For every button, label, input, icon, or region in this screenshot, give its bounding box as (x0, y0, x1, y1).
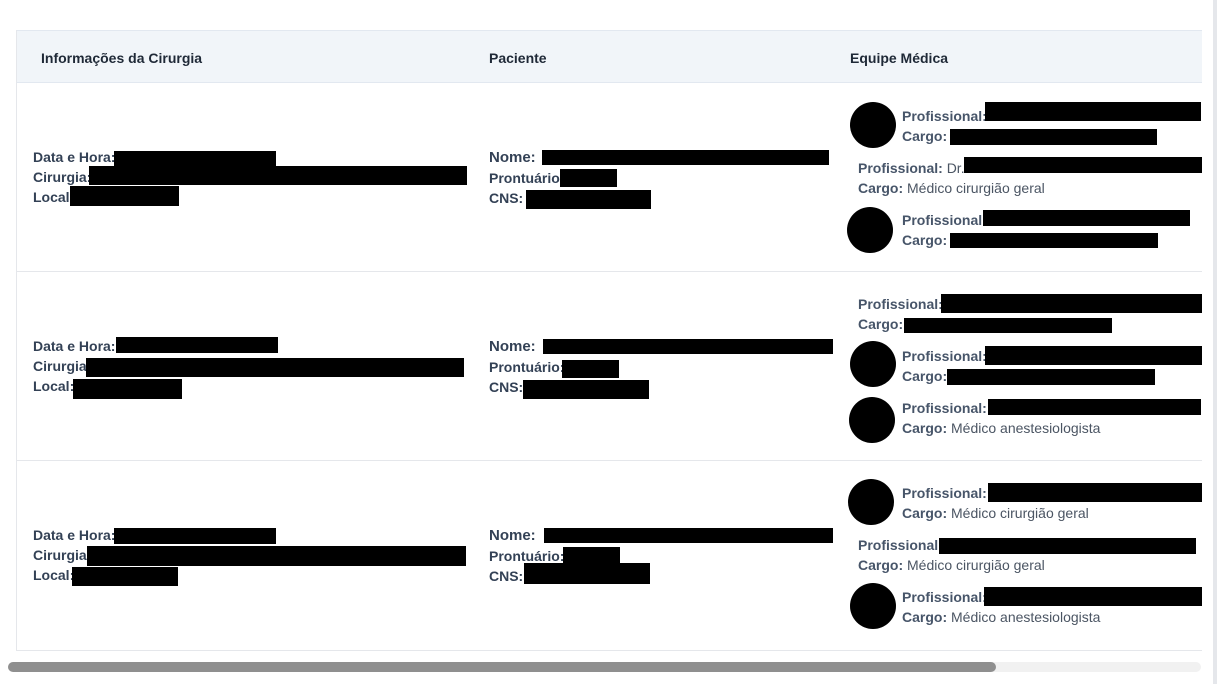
redacted-location (72, 567, 178, 586)
redacted-record (560, 169, 617, 187)
professional-label: Profissional: (902, 212, 987, 228)
redacted-surgery (89, 166, 467, 185)
column-header-medical-team[interactable]: Equipe Médica (850, 50, 948, 66)
redacted-professional (939, 538, 1196, 554)
role-value: Médico anestesiologista (951, 609, 1101, 625)
record-label: Prontuário: (489, 170, 565, 186)
table-header: Informações da Cirurgia Paciente Equipe … (17, 30, 1202, 83)
professional-label: Profissional: (902, 485, 987, 501)
location-label: Local: (33, 378, 75, 394)
redacted-role (904, 318, 1112, 333)
date-time-label: Data e Hora: (33, 338, 116, 354)
location-label: Local: (33, 567, 75, 583)
role-label: Cargo: (902, 505, 948, 521)
role-label: Cargo: (902, 609, 948, 625)
redacted-role (950, 233, 1158, 248)
redacted-record (562, 360, 619, 378)
avatar (849, 397, 895, 443)
redacted-professional (988, 399, 1201, 415)
column-header-surgery-info[interactable]: Informações da Cirurgia (41, 50, 202, 66)
name-label: Nome: (489, 527, 536, 544)
surgery-table: Informações da Cirurgia Paciente Equipe … (16, 30, 1202, 651)
location-label: Local: (33, 189, 75, 205)
redacted-cns (526, 190, 651, 209)
redacted-location (70, 186, 179, 206)
surgery-label: Cirurgia: (33, 547, 92, 563)
professional-label: Profissional: (902, 589, 987, 605)
redacted-date (114, 151, 276, 167)
surgery-label: Cirurgia: (33, 358, 92, 374)
avatar (850, 583, 896, 629)
vertical-scrollbar[interactable] (1213, 0, 1217, 684)
professional-prefix: Dr. (946, 160, 965, 176)
cns-label: CNS: (489, 379, 524, 395)
name-label: Nome: (489, 149, 536, 166)
redacted-name (542, 150, 829, 165)
professional-label: Profissional: (858, 160, 943, 176)
date-time-label: Data e Hora: (33, 527, 116, 543)
redacted-cns (523, 380, 649, 399)
role-value: Médico cirurgião geral (907, 180, 1045, 196)
role-value: Médico anestesiologista (951, 420, 1101, 436)
avatar (850, 102, 896, 148)
professional-label: Profissional: (858, 296, 943, 312)
redacted-name (544, 528, 833, 543)
redacted-role (950, 129, 1157, 145)
role-label: Cargo: (858, 180, 904, 196)
redacted-name (543, 339, 833, 354)
redacted-professional (983, 210, 1190, 226)
redacted-professional (988, 483, 1202, 502)
surgery-label: Cirurgia: (33, 169, 92, 185)
professional-label: Profissional: (902, 400, 987, 416)
scrollbar-thumb[interactable] (8, 662, 996, 672)
role-label: Cargo: (858, 557, 904, 573)
role-value: Médico cirurgião geral (951, 505, 1089, 521)
professional-label: Profissional: (902, 348, 987, 364)
redacted-location (73, 379, 182, 399)
table-row[interactable]: Data e Hora: Cirurgia: Local: Nome: Pron… (17, 272, 1202, 461)
redacted-professional (985, 346, 1202, 365)
professional-label: Profissional: (902, 108, 987, 124)
redacted-date (114, 528, 276, 544)
professional-label: Profissional: (858, 537, 943, 553)
avatar (850, 341, 896, 387)
role-label: Cargo: (902, 368, 948, 384)
redacted-cns (524, 563, 650, 584)
name-label: Nome: (489, 338, 536, 355)
horizontal-scrollbar[interactable] (8, 662, 1201, 672)
redacted-professional (985, 102, 1201, 121)
role-label: Cargo: (902, 232, 948, 248)
table-row[interactable]: Data e Hora: Cirurgia: Local: Nome: Pron… (17, 83, 1202, 272)
cns-label: CNS: (489, 568, 524, 584)
redacted-professional (941, 294, 1202, 313)
role-label: Cargo: (858, 316, 904, 332)
date-time-label: Data e Hora: (33, 149, 116, 165)
avatar (848, 479, 894, 525)
record-label: Prontuário: (489, 548, 565, 564)
cns-label: CNS: (489, 190, 524, 206)
role-label: Cargo: (902, 420, 948, 436)
table-row[interactable]: Data e Hora: Cirurgia: Local: Nome: Pron… (17, 461, 1202, 650)
redacted-date (116, 337, 278, 353)
record-label: Prontuário: (489, 359, 565, 375)
redacted-surgery (86, 358, 464, 377)
role-label: Cargo: (902, 128, 948, 144)
avatar (847, 207, 893, 253)
redacted-surgery (87, 546, 466, 566)
role-value: Médico cirurgião geral (907, 557, 1045, 573)
redacted-professional (964, 157, 1202, 173)
column-header-patient[interactable]: Paciente (489, 50, 547, 66)
redacted-professional (984, 587, 1202, 606)
redacted-role (947, 369, 1155, 385)
